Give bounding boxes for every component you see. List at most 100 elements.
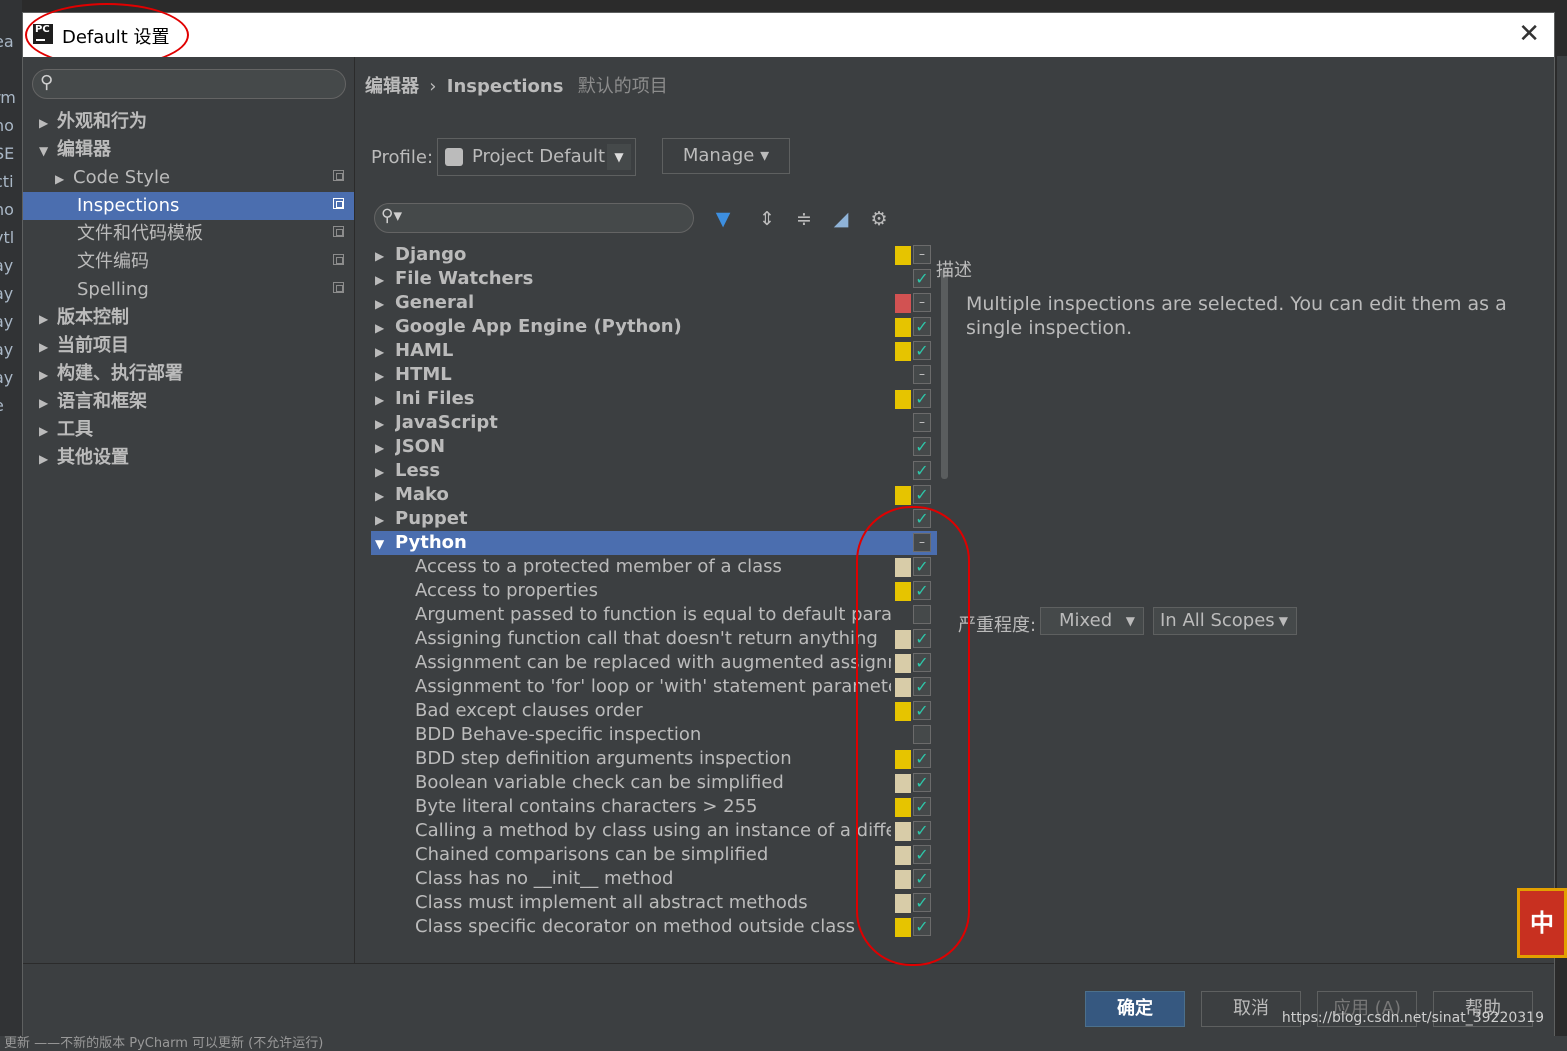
checkmark-icon[interactable]: ✓ xyxy=(913,749,931,768)
checkmark-icon[interactable]: ✓ xyxy=(913,869,931,888)
chevron-right-icon[interactable]: ▶ xyxy=(39,305,53,333)
chevron-down-icon[interactable]: ▼ xyxy=(371,532,395,556)
inspection-row[interactable]: Boolean variable check can be simplified… xyxy=(371,771,937,795)
sidebar-item[interactable]: ▶ 构建、执行部署 xyxy=(23,360,354,388)
inspection-group-row[interactable]: ▶ HTML – xyxy=(371,363,937,387)
chevron-right-icon[interactable]: ▶ xyxy=(39,361,53,389)
eraser-icon[interactable]: ◢ xyxy=(827,206,855,232)
inspection-group-row[interactable]: ▶ Ini Files ✓ xyxy=(371,387,937,411)
chevron-right-icon[interactable]: ▶ xyxy=(371,388,395,412)
collapse-all-icon[interactable]: ≑ xyxy=(790,206,818,232)
inspection-row[interactable]: Assignment to 'for' loop or 'with' state… xyxy=(371,675,937,699)
chevron-right-icon[interactable]: ▶ xyxy=(371,484,395,508)
chevron-right-icon[interactable]: ▶ xyxy=(371,316,395,340)
inspection-row[interactable]: Assigning function call that doesn't ret… xyxy=(371,627,937,651)
sidebar-item[interactable]: ▶ 语言和框架 xyxy=(23,388,354,416)
checkmark-icon[interactable]: ✓ xyxy=(913,317,931,336)
inspection-row[interactable]: Calling a method by class using an insta… xyxy=(371,819,937,843)
inspection-row[interactable]: Class specific decorator on method outsi… xyxy=(371,915,937,939)
checkmark-icon[interactable]: ✓ xyxy=(913,557,931,576)
checkmark-icon[interactable]: ✓ xyxy=(913,437,931,456)
enabled-checkbox[interactable]: – xyxy=(913,533,931,552)
inspection-row[interactable]: Class has no __init__ method ✓ xyxy=(371,867,937,891)
breadcrumb-root[interactable]: 编辑器 xyxy=(365,76,419,97)
chevron-right-icon[interactable]: ▶ xyxy=(371,244,395,268)
sidebar-item[interactable]: Inspections xyxy=(23,192,354,220)
inspection-group-row[interactable]: ▶ HAML ✓ xyxy=(371,339,937,363)
inspections-scrollbar[interactable] xyxy=(939,243,951,955)
inspection-group-row[interactable]: ▶ Less ✓ xyxy=(371,459,937,483)
gear-icon[interactable]: ⚙ xyxy=(865,206,893,232)
checkmark-icon[interactable]: ✓ xyxy=(913,629,931,648)
manage-button[interactable]: Manage ▾ xyxy=(662,138,790,174)
checkmark-icon[interactable]: ✓ xyxy=(913,509,931,528)
inspection-group-row[interactable]: ▶ File Watchers ✓ xyxy=(371,267,937,291)
inspection-row[interactable]: Argument passed to function is equal to … xyxy=(371,603,937,627)
enabled-checkbox[interactable]: – xyxy=(913,365,931,384)
inspection-row[interactable]: Byte literal contains characters > 255 ✓ xyxy=(371,795,937,819)
checkmark-icon[interactable]: ✓ xyxy=(913,893,931,912)
inspection-row[interactable]: BDD step definition arguments inspection… xyxy=(371,747,937,771)
enabled-checkbox[interactable]: – xyxy=(913,245,931,264)
filter-icon[interactable]: ▼ xyxy=(709,206,737,232)
inspection-row[interactable]: Access to properties ✓ xyxy=(371,579,937,603)
enabled-checkbox[interactable] xyxy=(913,725,931,744)
checkmark-icon[interactable]: ✓ xyxy=(913,389,931,408)
inspection-row[interactable]: BDD Behave-specific inspection xyxy=(371,723,937,747)
checkmark-icon[interactable]: ✓ xyxy=(913,269,931,288)
expand-all-icon[interactable]: ⇕ xyxy=(753,206,781,232)
floating-widget-icon[interactable]: 中 xyxy=(1517,888,1567,958)
sidebar-item[interactable]: 文件编码 xyxy=(23,248,354,276)
checkmark-icon[interactable]: ✓ xyxy=(913,917,931,936)
inspection-group-row[interactable]: ▶ General – xyxy=(371,291,937,315)
chevron-right-icon[interactable]: ▶ xyxy=(55,165,69,193)
scope-dropdown[interactable]: In All Scopes ▼ xyxy=(1153,607,1297,635)
enabled-checkbox[interactable]: – xyxy=(913,293,931,312)
profile-dropdown[interactable]: Project Default ▼ xyxy=(437,138,636,176)
close-icon[interactable]: ✕ xyxy=(1518,19,1540,49)
sidebar-item[interactable]: ▶ 外观和行为 xyxy=(23,108,354,136)
chevron-down-icon[interactable]: ▼ xyxy=(39,137,53,165)
inspection-group-row[interactable]: ▶ Mako ✓ xyxy=(371,483,937,507)
inspection-search-input[interactable]: ⚲▾ xyxy=(374,203,694,233)
inspection-group-row[interactable]: ▼ Python – xyxy=(371,531,937,555)
checkmark-icon[interactable]: ✓ xyxy=(913,653,931,672)
inspection-row[interactable]: Bad except clauses order ✓ xyxy=(371,699,937,723)
severity-dropdown[interactable]: Mixed ▼ xyxy=(1040,607,1144,635)
checkmark-icon[interactable]: ✓ xyxy=(913,797,931,816)
inspection-row[interactable]: Assignment can be replaced with augmente… xyxy=(371,651,937,675)
checkmark-icon[interactable]: ✓ xyxy=(913,485,931,504)
checkmark-icon[interactable]: ✓ xyxy=(913,773,931,792)
sidebar-item[interactable]: ▶ 版本控制 xyxy=(23,304,354,332)
sidebar-item[interactable]: ▶ 其他设置 xyxy=(23,444,354,472)
checkmark-icon[interactable]: ✓ xyxy=(913,581,931,600)
chevron-right-icon[interactable]: ▶ xyxy=(371,460,395,484)
scrollbar-thumb[interactable] xyxy=(941,269,948,479)
checkmark-icon[interactable]: ✓ xyxy=(913,461,931,480)
chevron-right-icon[interactable]: ▶ xyxy=(371,436,395,460)
chevron-right-icon[interactable]: ▶ xyxy=(371,292,395,316)
sidebar-item[interactable]: ▶ Code Style xyxy=(23,164,354,192)
chevron-right-icon[interactable]: ▶ xyxy=(371,412,395,436)
checkmark-icon[interactable]: ✓ xyxy=(913,341,931,360)
inspection-group-row[interactable]: ▶ JavaScript – xyxy=(371,411,937,435)
checkmark-icon[interactable]: ✓ xyxy=(913,845,931,864)
chevron-right-icon[interactable]: ▶ xyxy=(39,417,53,445)
inspection-row[interactable]: Access to a protected member of a class ✓ xyxy=(371,555,937,579)
enabled-checkbox[interactable]: – xyxy=(913,413,931,432)
inspection-row[interactable]: Class must implement all abstract method… xyxy=(371,891,937,915)
inspection-group-row[interactable]: ▶ Google App Engine (Python) ✓ xyxy=(371,315,937,339)
chevron-right-icon[interactable]: ▶ xyxy=(371,364,395,388)
chevron-right-icon[interactable]: ▶ xyxy=(371,340,395,364)
chevron-right-icon[interactable]: ▶ xyxy=(39,445,53,473)
inspection-group-row[interactable]: ▶ JSON ✓ xyxy=(371,435,937,459)
inspection-group-row[interactable]: ▶ Puppet ✓ xyxy=(371,507,937,531)
sidebar-item[interactable]: ▼ 编辑器 xyxy=(23,136,354,164)
checkmark-icon[interactable]: ✓ xyxy=(913,821,931,840)
chevron-right-icon[interactable]: ▶ xyxy=(39,109,53,137)
chevron-right-icon[interactable]: ▶ xyxy=(371,268,395,292)
sidebar-item[interactable]: ▶ 当前项目 xyxy=(23,332,354,360)
checkmark-icon[interactable]: ✓ xyxy=(913,677,931,696)
sidebar-item[interactable]: Spelling xyxy=(23,276,354,304)
settings-search-input[interactable]: ⚲ xyxy=(32,69,346,99)
